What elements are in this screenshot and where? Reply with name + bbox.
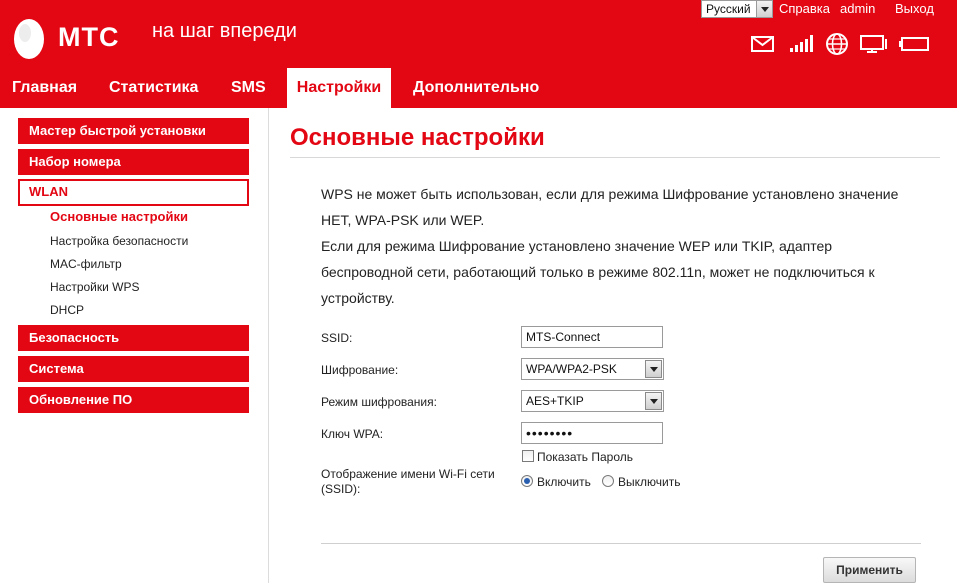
help-link[interactable]: Справка: [779, 1, 830, 16]
sidebar-subitem-basic-settings[interactable]: Основные настройки: [50, 209, 188, 224]
signal-strength-icon: [788, 31, 816, 57]
sidebar-item-security[interactable]: Безопасность: [18, 325, 249, 351]
sidebar-subitem-wps[interactable]: Настройки WPS: [50, 280, 140, 294]
wps-note-line-2: НЕТ, WPA-PSK или WEP.: [321, 212, 485, 228]
main-tabs: Главная Статистика SMS Настройки Дополни…: [0, 68, 957, 108]
apply-button[interactable]: Применить: [823, 557, 916, 583]
chevron-down-icon: [645, 392, 662, 410]
encryption-label: Шифрование:: [321, 363, 399, 377]
tkip-note-line-1: Если для режима Шифрование установлено з…: [321, 238, 833, 254]
broadcast-off-radio[interactable]: [602, 475, 614, 487]
language-value: Русский: [706, 2, 751, 16]
brand-name: МТС: [58, 22, 120, 52]
sidebar-item-dialup[interactable]: Набор номера: [18, 149, 249, 175]
sidebar-item-firmware-update[interactable]: Обновление ПО: [18, 387, 249, 413]
ssid-label: SSID:: [321, 331, 353, 345]
ssid-broadcast-label-line-2: (SSID):: [321, 482, 361, 496]
logout-link[interactable]: Выход: [895, 1, 934, 16]
form-divider: [321, 543, 921, 544]
chevron-down-icon: [645, 360, 662, 378]
tkip-note-line-2: беспроводной сети, работающий только в р…: [321, 264, 875, 280]
battery-icon: [898, 31, 932, 57]
tab-home[interactable]: Главная: [12, 68, 77, 108]
broadcast-off-label: Выключить: [618, 475, 681, 489]
tab-advanced[interactable]: Дополнительно: [413, 68, 539, 108]
wps-note-line-1: WPS не может быть использован, если для …: [321, 186, 899, 202]
tkip-note-line-3: устройству.: [321, 290, 395, 306]
tab-statistics[interactable]: Статистика: [109, 68, 198, 108]
wpa-key-label: Ключ WPA:: [321, 427, 384, 441]
brand-slogan: на шаг впереди: [152, 20, 297, 42]
title-divider: [290, 157, 940, 158]
envelope-icon[interactable]: [750, 31, 776, 57]
header-bar: МТС на шаг впереди Русский Справка admin…: [0, 0, 957, 68]
user-link[interactable]: admin: [840, 1, 875, 16]
sidebar-subitem-security-settings[interactable]: Настройка безопасности: [50, 234, 188, 248]
tab-sms[interactable]: SMS: [231, 68, 266, 108]
computer-icon[interactable]: [858, 31, 890, 57]
sidebar-item-system[interactable]: Система: [18, 356, 249, 382]
page-title: Основные настройки: [290, 124, 545, 151]
sidebar-subitem-dhcp[interactable]: DHCP: [50, 303, 84, 317]
ssid-broadcast-label-line-1: Отображение имени Wi-Fi сети: [321, 467, 495, 481]
sidebar-divider: [268, 108, 269, 583]
encryption-mode-select[interactable]: AES+TKIP: [521, 390, 664, 412]
encryption-mode-label: Режим шифрования:: [321, 395, 437, 409]
wpa-key-input[interactable]: [521, 422, 663, 444]
ssid-input[interactable]: [521, 326, 663, 348]
broadcast-on-label: Включить: [537, 475, 591, 489]
show-password-checkbox[interactable]: [522, 450, 534, 462]
encryption-select[interactable]: WPA/WPA2-PSK: [521, 358, 664, 380]
mts-egg-logo: [9, 13, 49, 63]
encryption-mode-value: AES+TKIP: [526, 394, 584, 408]
sidebar-subitem-mac-filter[interactable]: MAC-фильтр: [50, 257, 122, 271]
broadcast-on-radio[interactable]: [521, 475, 533, 487]
sidebar-item-wlan[interactable]: WLAN: [18, 179, 249, 206]
status-icons: [750, 31, 940, 57]
encryption-value: WPA/WPA2-PSK: [526, 362, 617, 376]
language-select[interactable]: Русский: [701, 0, 773, 18]
show-password-label: Показать Пароль: [537, 450, 633, 464]
globe-icon[interactable]: [824, 31, 850, 57]
tab-settings[interactable]: Настройки: [287, 68, 391, 108]
chevron-down-icon: [756, 1, 772, 17]
sidebar-item-quick-setup[interactable]: Мастер быстрой установки: [18, 118, 249, 144]
